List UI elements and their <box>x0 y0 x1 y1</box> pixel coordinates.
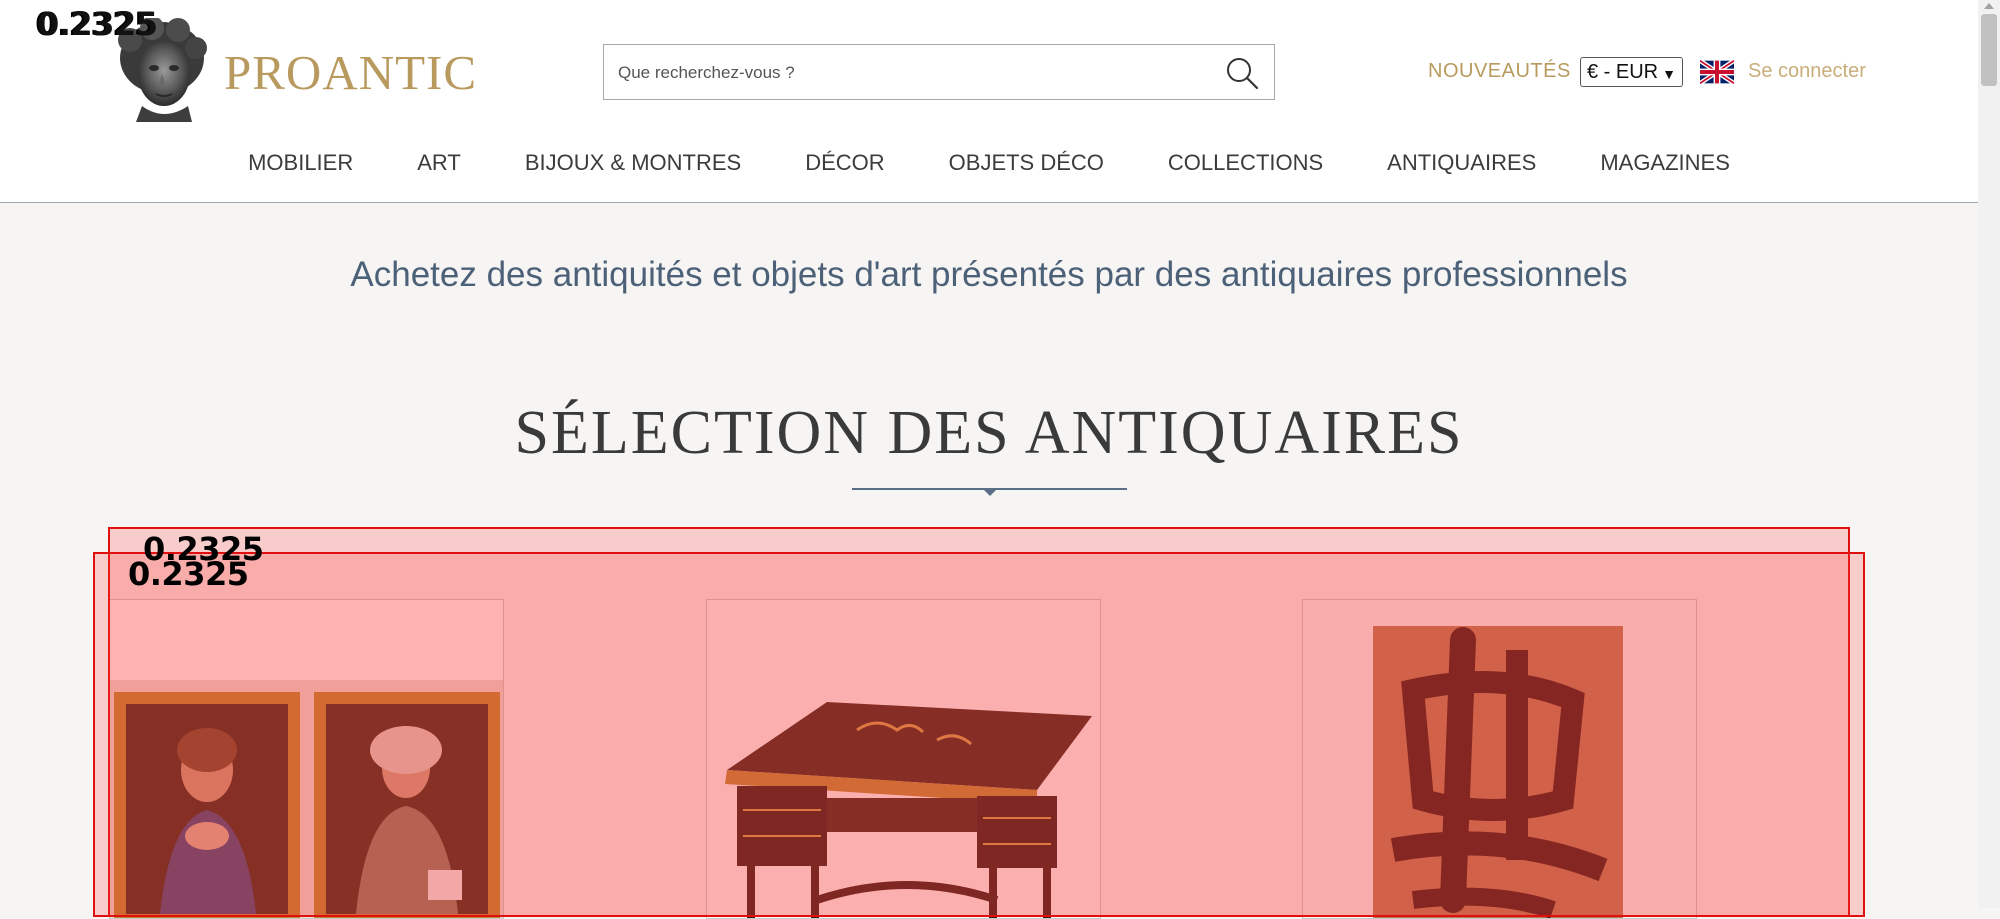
scrollbar-thumb[interactable] <box>1981 14 1997 86</box>
nav-item-magazines[interactable]: MAGAZINES <box>1568 148 1762 188</box>
nav-item-objets-deco[interactable]: OBJETS DÉCO <box>917 148 1136 188</box>
nav-item-decor[interactable]: DÉCOR <box>773 148 916 188</box>
search-icon[interactable] <box>1224 55 1260 91</box>
page-tagline: Achetez des antiquités et objets d'art p… <box>350 255 1628 294</box>
search-bar <box>603 44 1275 101</box>
corner-label-b: 0.2325 <box>37 5 158 43</box>
chevron-down-icon: ▼ <box>1662 66 1676 82</box>
page-scrollbar[interactable] <box>1978 0 2000 908</box>
nav-item-mobilier[interactable]: MOBILIER <box>216 148 385 188</box>
main-nav: MOBILIER ART BIJOUX & MONTRES DÉCOR OBJE… <box>0 148 1978 188</box>
logo-wordmark[interactable]: PROANTIC <box>224 44 477 101</box>
currency-select[interactable]: € - EUR ▼ <box>1580 57 1683 87</box>
nav-item-antiquaires[interactable]: ANTIQUAIRES <box>1355 148 1568 188</box>
nouveautes-link[interactable]: NOUVEAUTÉS <box>1428 60 1571 83</box>
scroll-up-icon[interactable] <box>1984 3 1994 9</box>
nav-item-art[interactable]: ART <box>385 148 493 188</box>
site-header: PROANTIC NOUVEAUTÉS € - EUR ▼ Se connect… <box>0 0 1978 203</box>
currency-value: € - EUR <box>1587 61 1659 83</box>
title-divider-ornament <box>983 489 997 496</box>
login-link[interactable]: Se connecter <box>1748 60 1866 83</box>
nav-item-bijoux-montres[interactable]: BIJOUX & MONTRES <box>493 148 773 188</box>
nav-item-collections[interactable]: COLLECTIONS <box>1136 148 1355 188</box>
detection-box-b <box>93 552 1865 917</box>
uk-flag-icon[interactable] <box>1700 60 1734 84</box>
detection-label-b: 0.2325 <box>128 555 249 593</box>
search-input[interactable] <box>616 45 1210 101</box>
section-title: SÉLECTION DES ANTIQUAIRES <box>514 399 1464 467</box>
